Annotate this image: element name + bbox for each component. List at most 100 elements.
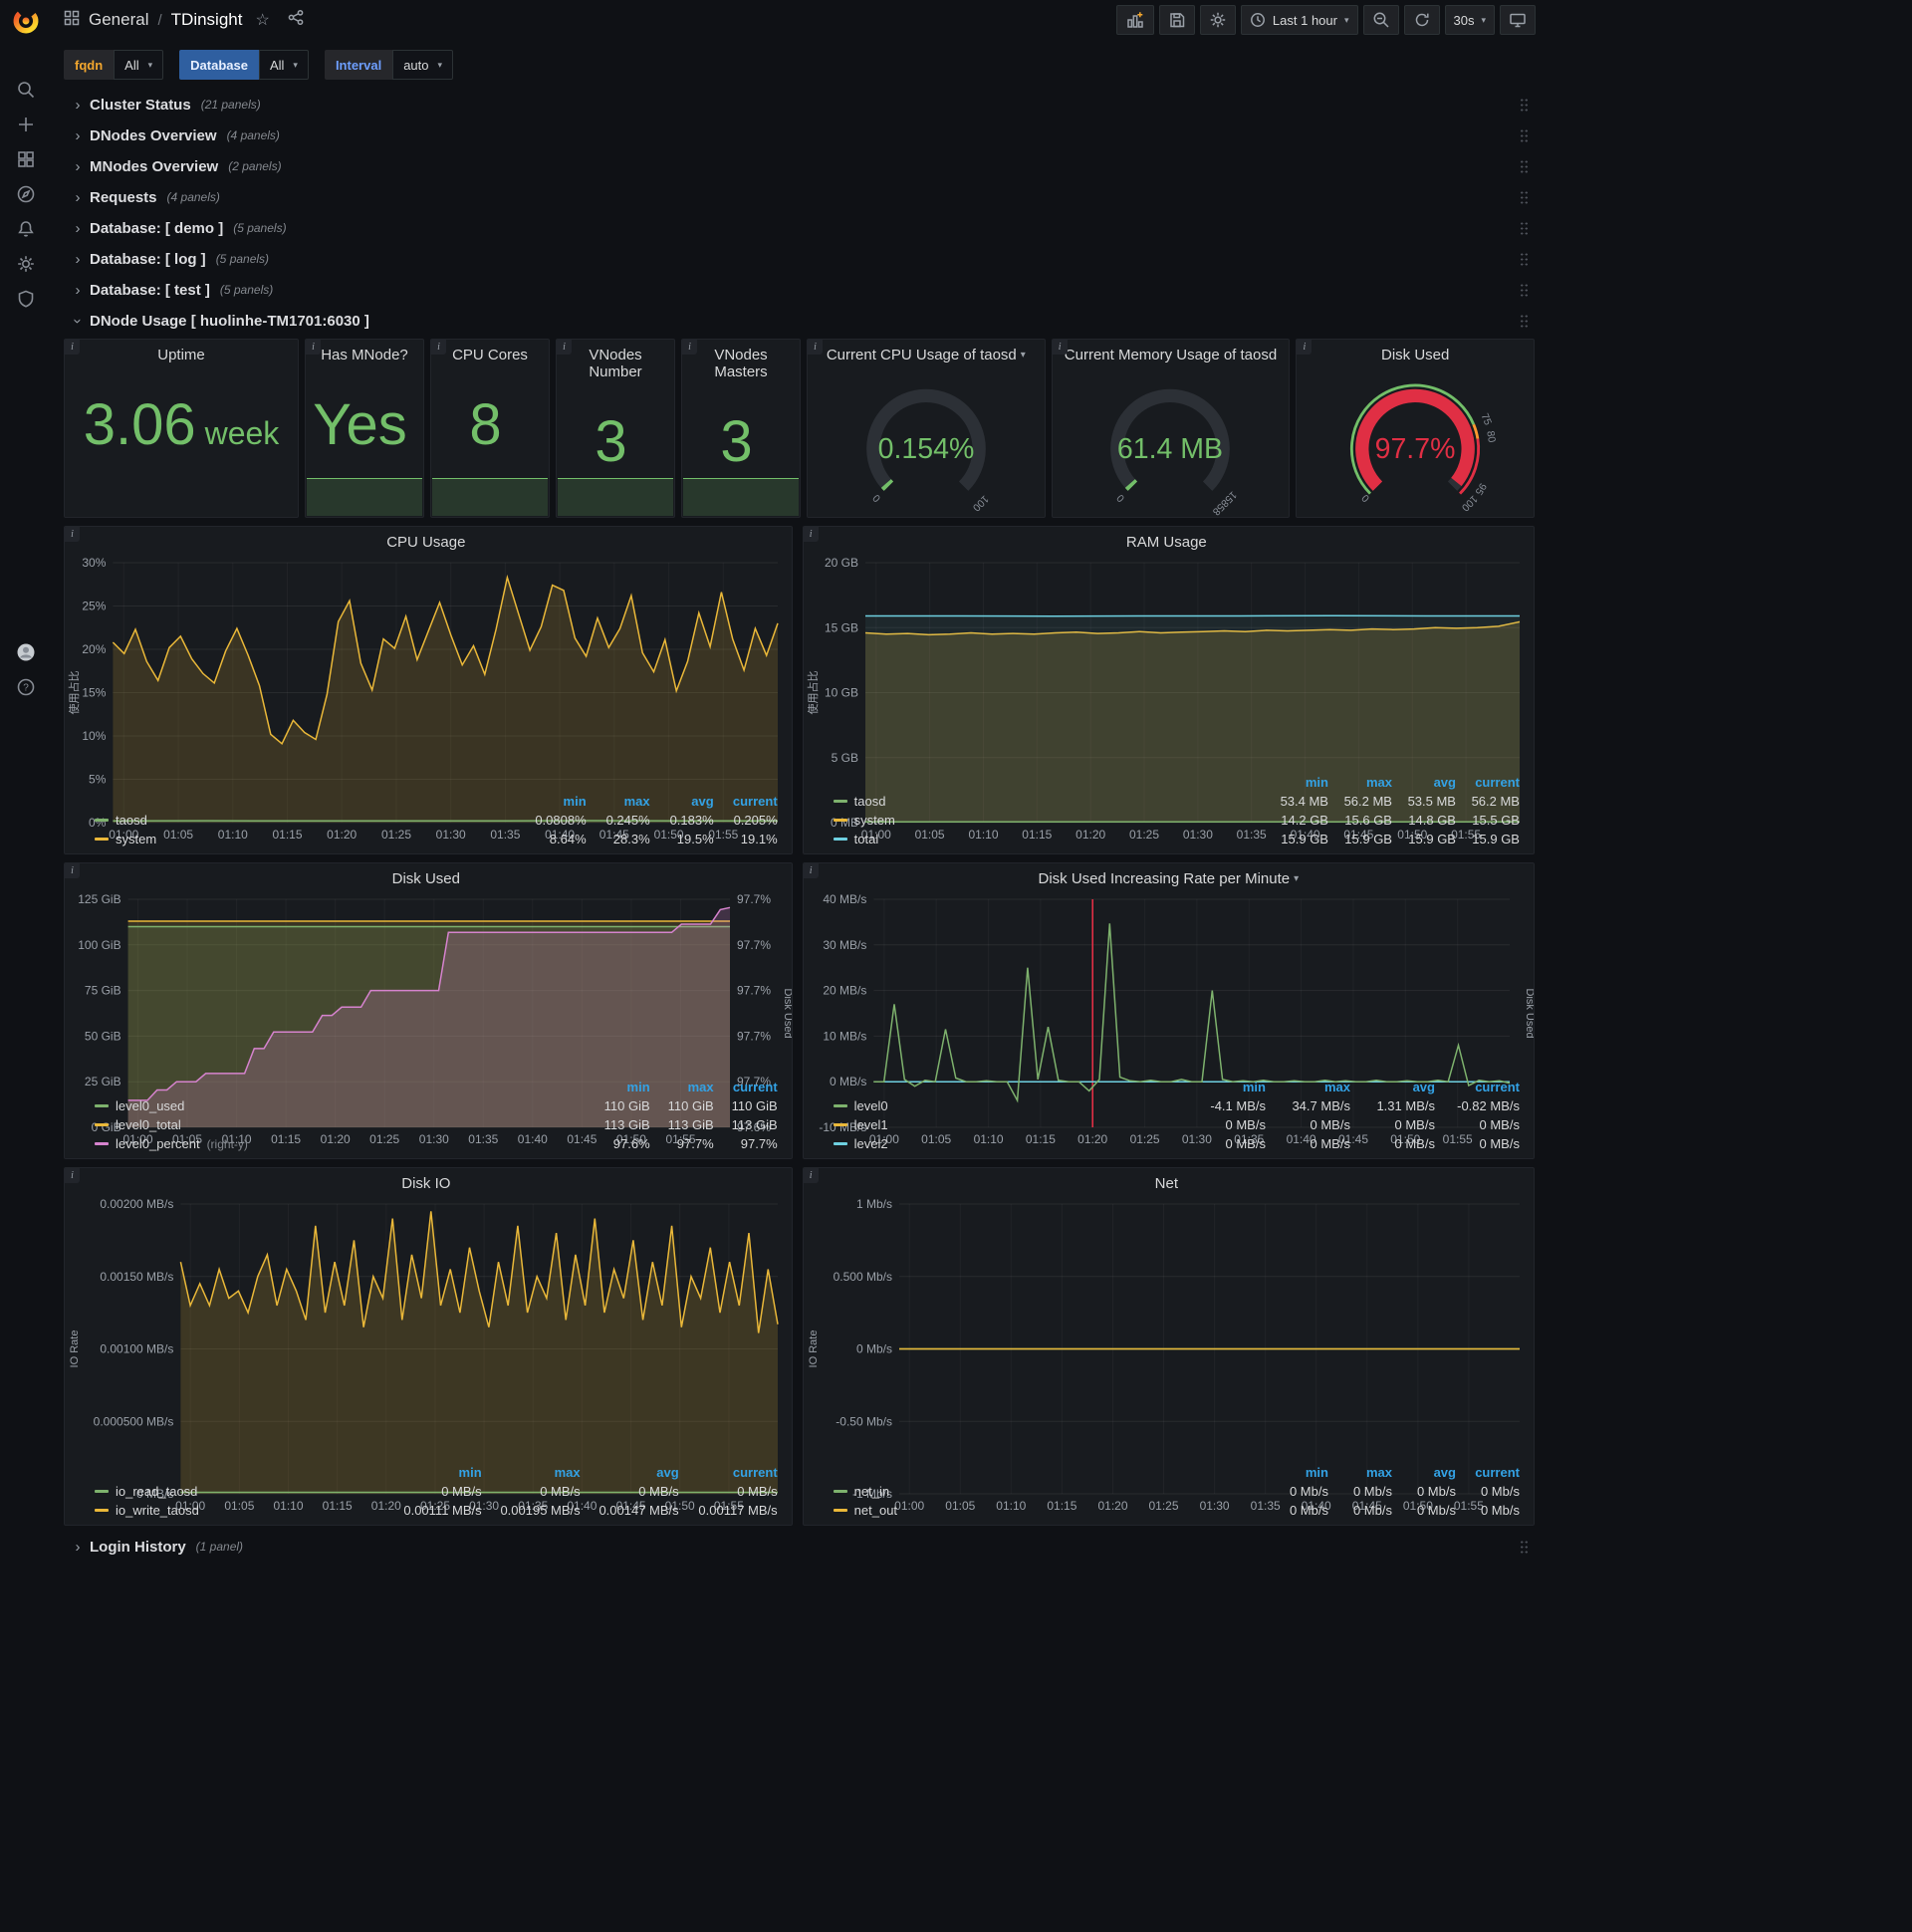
search-button[interactable] [5, 72, 47, 107]
chart-plot[interactable]: 01:00 01:05 01:10 01:15 01:20 01:25 01:30 01:35… [804, 889, 1534, 1146]
legend-series-toggle[interactable]: io_write_taosd [95, 1503, 383, 1518]
dashboard-row-database-test[interactable]: › Database: [ test ] (5 panels) [64, 277, 1535, 303]
dashboards-button[interactable] [5, 141, 47, 176]
legend-col-header[interactable]: min [1265, 1465, 1328, 1480]
variable-value-dropdown[interactable]: auto ▾ [392, 50, 454, 80]
legend-series-toggle[interactable]: level0_used [95, 1098, 587, 1113]
panel-menu-caret-icon[interactable]: ▾ [1021, 350, 1026, 361]
legend-col-header[interactable]: current [679, 1465, 778, 1480]
dashboard-row-mnodes-overview[interactable]: › MNodes Overview (2 panels) [64, 153, 1535, 179]
variable-value-dropdown[interactable]: All ▾ [114, 50, 164, 80]
legend-col-header[interactable]: current [1435, 1080, 1520, 1094]
legend-series-toggle[interactable]: level0 [833, 1098, 1181, 1113]
panel-info-icon[interactable]: i [1052, 340, 1068, 355]
panel-info-icon[interactable]: i [306, 340, 321, 355]
panel-info-icon[interactable]: i [65, 527, 80, 542]
drag-handle-icon[interactable] [1520, 313, 1529, 329]
dashboard-row-cluster-status[interactable]: › Cluster Status (21 panels) [64, 92, 1535, 118]
legend-series-toggle[interactable]: system [833, 813, 1265, 828]
legend-col-header[interactable]: max [587, 794, 650, 809]
save-dashboard-button[interactable] [1158, 5, 1195, 35]
legend-col-header[interactable]: avg [581, 1465, 678, 1480]
legend-series-toggle[interactable]: net_out [833, 1503, 1265, 1518]
legend-series-toggle[interactable]: level1 [833, 1117, 1181, 1132]
legend-series-toggle[interactable]: level0_total [95, 1117, 587, 1132]
drag-handle-icon[interactable] [1520, 251, 1529, 267]
refresh-button[interactable] [1403, 5, 1440, 35]
drag-handle-icon[interactable] [1520, 97, 1529, 113]
legend-series-toggle[interactable]: level0_percent (right-y) [95, 1136, 587, 1151]
refresh-interval-picker[interactable]: 30s ▾ [1444, 5, 1495, 35]
legend-series-toggle[interactable]: system [95, 832, 523, 846]
legend-col-header[interactable]: current [714, 794, 778, 809]
drag-handle-icon[interactable] [1520, 158, 1529, 174]
chart-plot[interactable]: 01:00 01:05 01:10 01:15 01:20 01:25 01:30 01:35… [65, 1194, 792, 1513]
drag-handle-icon[interactable] [1520, 127, 1529, 143]
drag-handle-icon[interactable] [1520, 220, 1529, 236]
grafana-logo[interactable] [13, 8, 39, 34]
time-range-picker[interactable]: Last 1 hour ▾ [1240, 5, 1358, 35]
legend-series-toggle[interactable]: net_in [833, 1484, 1265, 1499]
legend-col-header[interactable]: current [1456, 775, 1520, 790]
panel-info-icon[interactable]: i [65, 340, 80, 355]
configuration-button[interactable] [5, 246, 47, 281]
legend-col-header[interactable]: max [1328, 775, 1392, 790]
breadcrumb-title[interactable]: TDinsight [171, 10, 243, 30]
legend-series-toggle[interactable]: total [833, 832, 1265, 846]
star-dashboard-button[interactable]: ☆ [251, 8, 273, 32]
panel-info-icon[interactable]: i [557, 340, 572, 355]
dashboard-settings-button[interactable] [1199, 5, 1236, 35]
legend-col-header[interactable]: avg [1350, 1080, 1435, 1094]
dashboard-row-login-history[interactable]: › Login History (1 panel) [64, 1534, 1535, 1560]
legend-series-toggle[interactable]: level2 [833, 1136, 1181, 1151]
dashboard-row-dnode-usage[interactable]: › DNode Usage [ huolinhe-TM1701:6030 ] [64, 308, 1535, 334]
legend-series-toggle[interactable]: io_read_taosd [95, 1484, 383, 1499]
legend-col-header[interactable]: max [650, 1080, 714, 1094]
legend-col-header[interactable]: max [1328, 1465, 1392, 1480]
panel-menu-caret-icon[interactable]: ▾ [1294, 873, 1299, 884]
chart-plot[interactable]: 01:00 01:05 01:10 01:15 01:20 01:25 01:30 01:35… [804, 1194, 1534, 1513]
legend-col-header[interactable]: max [1266, 1080, 1350, 1094]
dashboard-row-dnodes-overview[interactable]: › DNodes Overview (4 panels) [64, 122, 1535, 148]
panel-info-icon[interactable]: i [682, 340, 697, 355]
legend-col-header[interactable]: avg [650, 794, 713, 809]
breadcrumb-section[interactable]: General [89, 10, 148, 30]
panel-title[interactable]: Current CPU Usage of taosd ▾ [808, 340, 1045, 365]
chart-plot[interactable]: 01:00 01:05 01:10 01:15 01:20 01:25 01:30 01:35… [65, 889, 791, 1146]
share-dashboard-button[interactable] [283, 7, 308, 33]
server-admin-button[interactable] [5, 281, 47, 316]
legend-col-header[interactable]: current [714, 1080, 778, 1094]
alerting-button[interactable] [5, 211, 47, 246]
add-panel-button[interactable] [1115, 5, 1154, 35]
legend-series-toggle[interactable]: taosd [833, 794, 1265, 809]
explore-button[interactable] [5, 176, 47, 211]
legend-col-header[interactable]: avg [1392, 1465, 1456, 1480]
dashboard-row-requests[interactable]: › Requests (4 panels) [64, 184, 1535, 210]
dashboard-row-database-log[interactable]: › Database: [ log ] (5 panels) [64, 246, 1535, 272]
chart-plot[interactable]: 01:00 01:05 01:10 01:15 01:20 01:25 01:30 01:35… [804, 553, 1534, 842]
drag-handle-icon[interactable] [1520, 1539, 1529, 1555]
legend-col-header[interactable]: avg [1392, 775, 1456, 790]
zoom-out-time-button[interactable] [1362, 5, 1399, 35]
legend-col-header[interactable]: min [587, 1080, 650, 1094]
panel-info-icon[interactable]: i [803, 1168, 819, 1183]
dashboard-row-database-demo[interactable]: › Database: [ demo ] (5 panels) [64, 215, 1535, 241]
create-button[interactable] [5, 107, 47, 141]
legend-col-header[interactable]: min [383, 1465, 482, 1480]
panel-info-icon[interactable]: i [431, 340, 446, 355]
legend-col-header[interactable]: min [1181, 1080, 1266, 1094]
legend-col-header[interactable]: max [482, 1465, 581, 1480]
legend-col-header[interactable]: min [523, 794, 587, 809]
variable-value-dropdown[interactable]: All ▾ [258, 50, 309, 80]
help-button[interactable]: ? [5, 669, 47, 704]
panel-info-icon[interactable]: i [808, 340, 823, 355]
drag-handle-icon[interactable] [1520, 189, 1529, 205]
cycle-view-mode-button[interactable] [1500, 5, 1536, 35]
drag-handle-icon[interactable] [1520, 282, 1529, 298]
panel-info-icon[interactable]: i [803, 527, 819, 542]
legend-col-header[interactable]: min [1265, 775, 1328, 790]
panel-info-icon[interactable]: i [803, 863, 819, 878]
chart-plot[interactable]: 01:00 01:05 01:10 01:15 01:20 01:25 01:30 01:35… [65, 553, 792, 842]
panel-info-icon[interactable]: i [1297, 340, 1313, 355]
panel-info-icon[interactable]: i [65, 863, 80, 878]
